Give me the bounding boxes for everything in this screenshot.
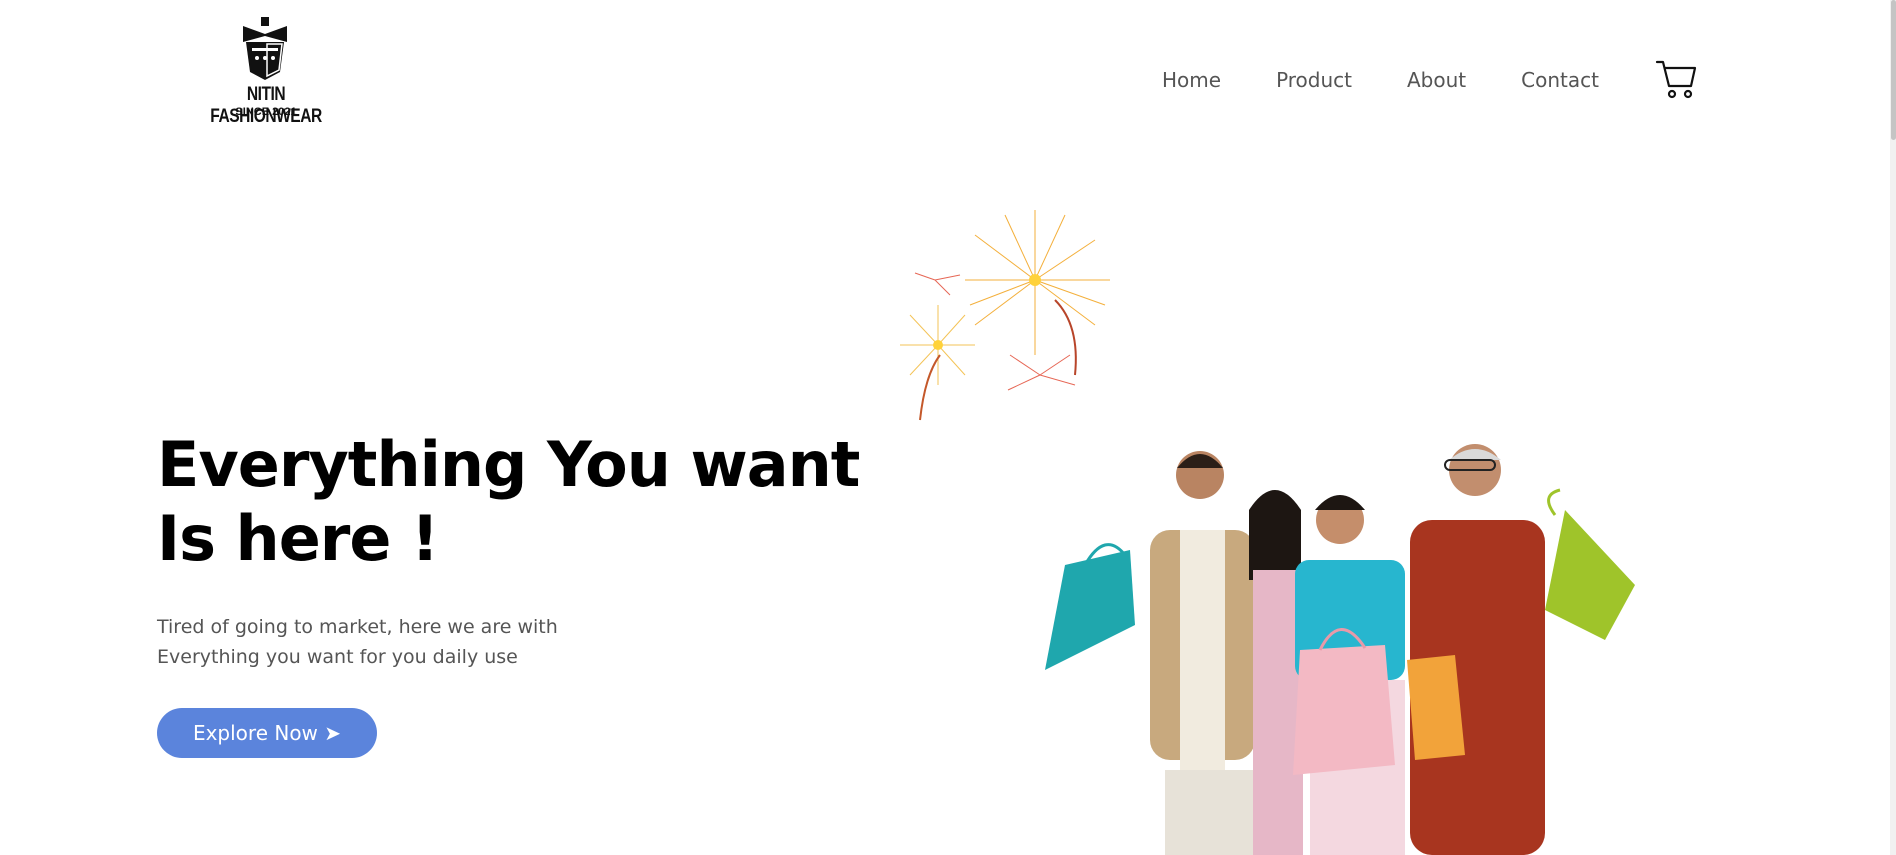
brand-since: SINCE 2021 <box>235 106 297 118</box>
brand-logo[interactable]: NITIN FASHIONWEAR SINCE 2021 <box>186 14 346 127</box>
main-nav: Home Product About Contact <box>1162 68 1654 92</box>
hero-subtitle-line1: Tired of going to market, here we are wi… <box>157 616 558 638</box>
vertical-scrollbar[interactable] <box>1890 0 1896 855</box>
nav-product[interactable]: Product <box>1276 68 1352 92</box>
scrollbar-thumb[interactable] <box>1891 0 1896 140</box>
cart-icon <box>1655 60 1697 99</box>
nav-home[interactable]: Home <box>1162 68 1221 92</box>
nav-about[interactable]: About <box>1407 68 1466 92</box>
cart-button[interactable] <box>1655 58 1697 100</box>
fireworks-image <box>900 210 1110 421</box>
hero-title-line1: Everything You want <box>157 428 860 501</box>
explore-now-button[interactable]: Explore Now ➤ <box>157 708 377 758</box>
page: NITIN FASHIONWEAR SINCE 2021 Home Produc… <box>0 0 1896 855</box>
ship-logo-icon <box>243 17 287 80</box>
hero-subtitle: Tired of going to market, here we are wi… <box>157 612 677 672</box>
hero-title: Everything You want Is here ! <box>157 428 877 576</box>
nav-contact[interactable]: Contact <box>1521 68 1599 92</box>
hero-subtitle-line2: Everything you want for you daily use <box>157 646 518 668</box>
shoppers-image <box>1045 444 1635 855</box>
hero-title-line2: Is here ! <box>157 502 439 575</box>
